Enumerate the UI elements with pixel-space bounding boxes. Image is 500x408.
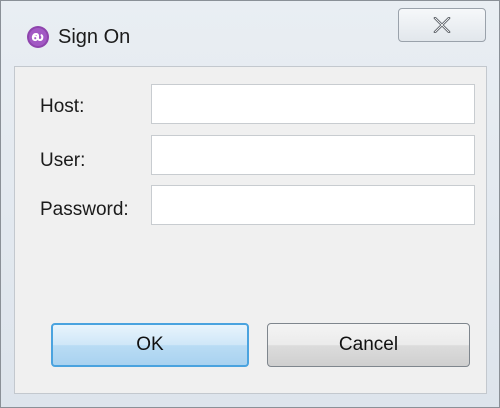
cancel-button[interactable]: Cancel: [267, 323, 470, 367]
close-button[interactable]: [398, 8, 486, 42]
dialog-body: Host: User: Password: OK Cancel: [14, 66, 487, 394]
host-label: Host:: [40, 96, 85, 117]
password-input[interactable]: [151, 185, 475, 225]
user-input[interactable]: [151, 135, 475, 175]
close-icon: [433, 17, 451, 33]
sign-on-dialog: Sign On Host: User: Password: OK Cancel: [0, 0, 500, 408]
app-logo-icon: [27, 26, 49, 48]
user-label: User:: [40, 150, 86, 171]
password-label: Password:: [40, 199, 129, 220]
window-title: Sign On: [58, 26, 131, 48]
host-input[interactable]: [151, 84, 475, 124]
ok-button-label: OK: [136, 334, 164, 355]
cancel-button-label: Cancel: [338, 334, 399, 355]
ok-button[interactable]: OK: [51, 323, 249, 367]
title-bar[interactable]: Sign On: [0, 0, 500, 66]
